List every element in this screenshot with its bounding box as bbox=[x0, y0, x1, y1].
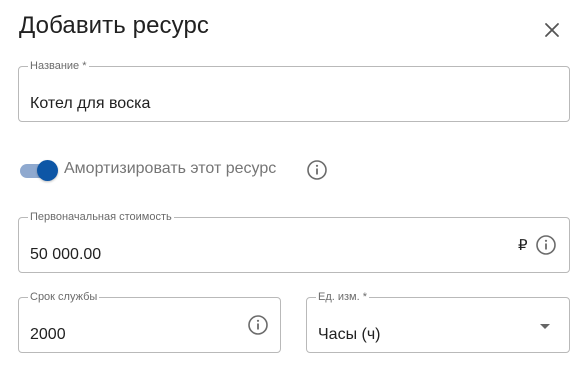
unit-selected-value[interactable]: Часы (ч) bbox=[318, 326, 381, 344]
close-icon[interactable] bbox=[541, 19, 563, 41]
info-icon[interactable] bbox=[306, 159, 328, 181]
service-life-label: Срок службы bbox=[30, 291, 98, 303]
info-icon[interactable] bbox=[247, 314, 269, 336]
amortize-label: Амортизировать этот ресурс bbox=[64, 160, 277, 177]
chevron-down-icon[interactable] bbox=[540, 324, 550, 329]
initial-cost-field[interactable]: Первоначальная стоимость 50 000.00 bbox=[18, 212, 570, 273]
amortize-toggle[interactable] bbox=[19, 160, 59, 182]
toggle-thumb bbox=[37, 160, 58, 181]
name-field-label: Название * bbox=[30, 60, 87, 72]
initial-cost-input[interactable]: 50 000.00 bbox=[30, 246, 101, 264]
initial-cost-label: Первоначальная стоимость bbox=[30, 211, 172, 223]
service-life-input[interactable]: 2000 bbox=[30, 326, 66, 344]
currency-symbol: ₽ bbox=[518, 237, 528, 254]
service-life-field[interactable]: Срок службы 2000 bbox=[18, 292, 281, 353]
unit-label: Ед. изм. * bbox=[318, 291, 368, 303]
dialog-title: Добавить ресурс bbox=[19, 12, 210, 39]
name-input[interactable]: Котел для воска bbox=[30, 95, 150, 113]
close-button[interactable] bbox=[541, 19, 563, 41]
info-icon[interactable] bbox=[535, 234, 557, 256]
name-field[interactable]: Название * Котел для воска bbox=[18, 61, 570, 122]
unit-select[interactable]: Ед. изм. * Часы (ч) bbox=[306, 292, 570, 353]
